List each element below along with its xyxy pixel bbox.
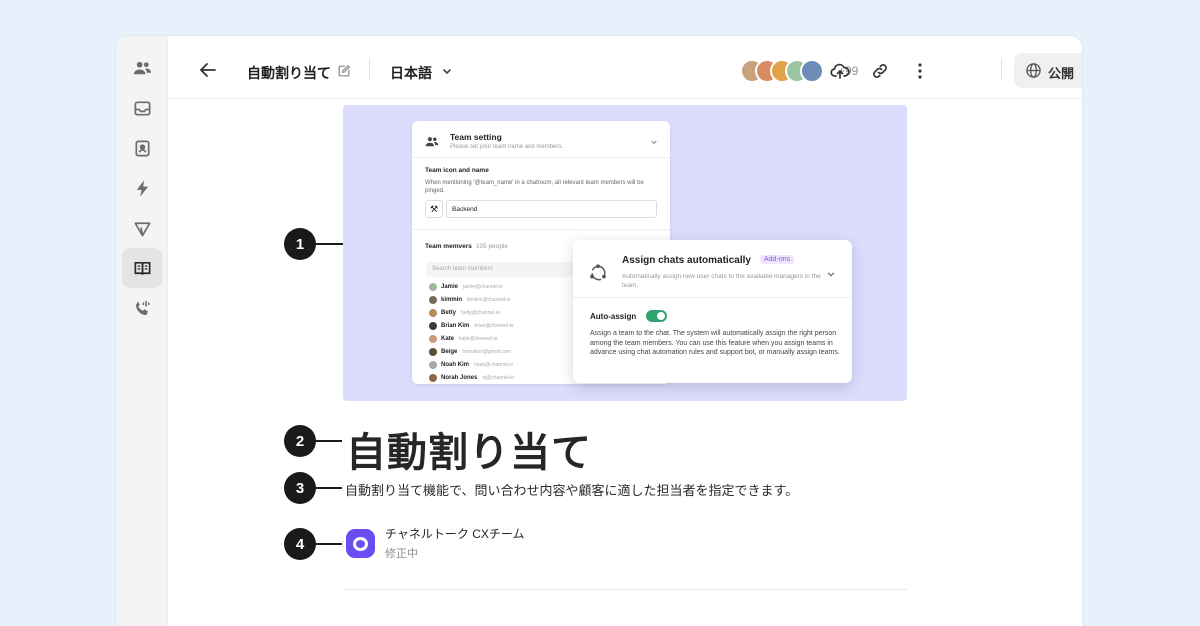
list-item: Jamie jamie@channel.io <box>429 281 503 292</box>
team-icon-name-desc: When mentioning '@team_name' in a chatro… <box>425 180 644 194</box>
inbox-icon[interactable] <box>122 88 162 128</box>
member-name: Betty <box>441 309 457 316</box>
chevron-down-icon <box>651 140 657 145</box>
sidebar <box>116 36 168 626</box>
more-vertical-icon[interactable] <box>910 61 930 81</box>
page-title: 自動割り当て <box>346 431 592 475</box>
avatar <box>429 347 437 356</box>
member-email: nj@channel.io <box>482 374 515 381</box>
divider <box>412 157 670 158</box>
status-text: 修正中 <box>385 548 418 560</box>
avatar <box>429 308 437 317</box>
callout-line <box>316 487 342 489</box>
avatar[interactable] <box>800 59 824 83</box>
avatar <box>429 282 437 291</box>
cloud-upload-icon[interactable] <box>830 61 850 81</box>
callout-line <box>316 440 342 442</box>
language-selector[interactable]: 日本語 <box>390 63 432 83</box>
list-item: Noah Kim noah@channel.io <box>429 359 513 370</box>
author-name: チャネルトーク CXチーム <box>385 527 525 541</box>
member-name: Beige <box>441 348 458 355</box>
divider <box>343 589 907 590</box>
people-icon[interactable] <box>122 48 162 88</box>
assign-chats-card: Assign chats automatically Add-ons Autom… <box>573 240 852 383</box>
member-name: Brian Kim <box>441 322 470 329</box>
divider <box>369 58 370 80</box>
team-icon-name-label: Team icon and name <box>425 167 489 174</box>
globe-icon <box>1026 63 1041 78</box>
chevron-down-icon[interactable] <box>441 65 453 77</box>
member-name: Jamie <box>441 283 459 290</box>
list-item: Norah Jones nj@channel.io <box>429 372 514 383</box>
book-icon[interactable] <box>122 248 162 288</box>
divider <box>573 297 852 298</box>
member-name: kimmin <box>441 296 463 303</box>
contact-icon[interactable] <box>122 128 162 168</box>
list-item: Betty betty@channel.io <box>429 307 500 318</box>
people-icon <box>425 137 439 147</box>
team-members-heading: Team memvers <box>425 243 472 250</box>
member-name: Kate <box>441 335 455 342</box>
member-email: noah@channel.io <box>474 361 514 368</box>
send-icon[interactable] <box>122 208 162 248</box>
team-setting-title: Team setting <box>450 132 502 142</box>
chevron-down-icon <box>827 272 835 277</box>
avatar <box>429 360 437 369</box>
auto-assign-label: Auto-assign <box>590 312 637 321</box>
callout-2: 2 <box>284 425 316 457</box>
list-item: Brian Kim brian@channel.io <box>429 320 513 331</box>
member-email: jamie@channel.io <box>463 283 503 290</box>
publish-label: 公開 <box>1048 66 1075 81</box>
auto-assign-desc: Assign a team to the chat. The system wi… <box>590 330 840 356</box>
back-arrow-icon[interactable] <box>198 60 218 80</box>
team-members-count: 105 people <box>475 243 509 250</box>
auto-assign-toggle <box>646 310 667 322</box>
hero-illustration: Team setting Please set your team name a… <box>343 105 907 401</box>
callout-3: 3 <box>284 472 316 504</box>
document-title[interactable]: 自動割り当て <box>247 63 331 83</box>
avatar <box>429 373 437 382</box>
assign-chats-title: Assign chats automatically <box>622 255 751 266</box>
list-item: Beige foonation@gmail.com <box>429 346 511 357</box>
member-email: foonation@gmail.com <box>462 348 511 355</box>
edit-icon[interactable] <box>337 64 351 78</box>
avatar <box>429 321 437 330</box>
rotate-assign-icon <box>590 264 606 281</box>
phone-icon[interactable] <box>122 288 162 328</box>
member-email: betty@channel.io <box>461 309 500 316</box>
lightning-icon[interactable] <box>122 168 162 208</box>
channel-talk-logo-icon <box>346 529 375 558</box>
addons-badge: Add-ons <box>760 255 795 264</box>
team-members-label: Team memvers 105 people <box>425 243 508 250</box>
team-emoji: ⚒ <box>425 200 443 218</box>
team-setting-subtitle: Please set your team name and members. <box>450 144 564 150</box>
search-members-input: Search team members <box>426 262 586 277</box>
page-description: 自動割り当て機能で、問い合わせ内容や顧客に適した担当者を指定できます。 <box>345 483 799 498</box>
member-email: brian@channel.io <box>474 322 514 329</box>
link-icon[interactable] <box>870 61 890 81</box>
callout-4: 4 <box>284 528 316 560</box>
callout-line <box>316 543 342 545</box>
list-item: Kate katie@channel.io <box>429 333 497 344</box>
top-toolbar: 自動割り当て 日本語 +99 公開 <box>168 36 1082 99</box>
avatar <box>429 334 437 343</box>
publish-button[interactable]: 公開 <box>1014 53 1082 88</box>
member-name: Norah Jones <box>441 374 478 381</box>
callout-1: 1 <box>284 228 316 260</box>
list-item: kimmin kimkim@channel.io <box>429 294 510 305</box>
member-email: kimkim@channel.io <box>467 296 511 303</box>
avatar <box>429 295 437 304</box>
divider <box>1001 58 1002 80</box>
team-name-field: Backend <box>446 200 657 218</box>
assign-chats-desc: Automatically assign new user chats to t… <box>622 273 821 289</box>
member-email: katie@channel.io <box>459 335 498 342</box>
callout-line <box>316 243 343 245</box>
member-name: Noah Kim <box>441 361 470 368</box>
divider <box>412 229 670 230</box>
